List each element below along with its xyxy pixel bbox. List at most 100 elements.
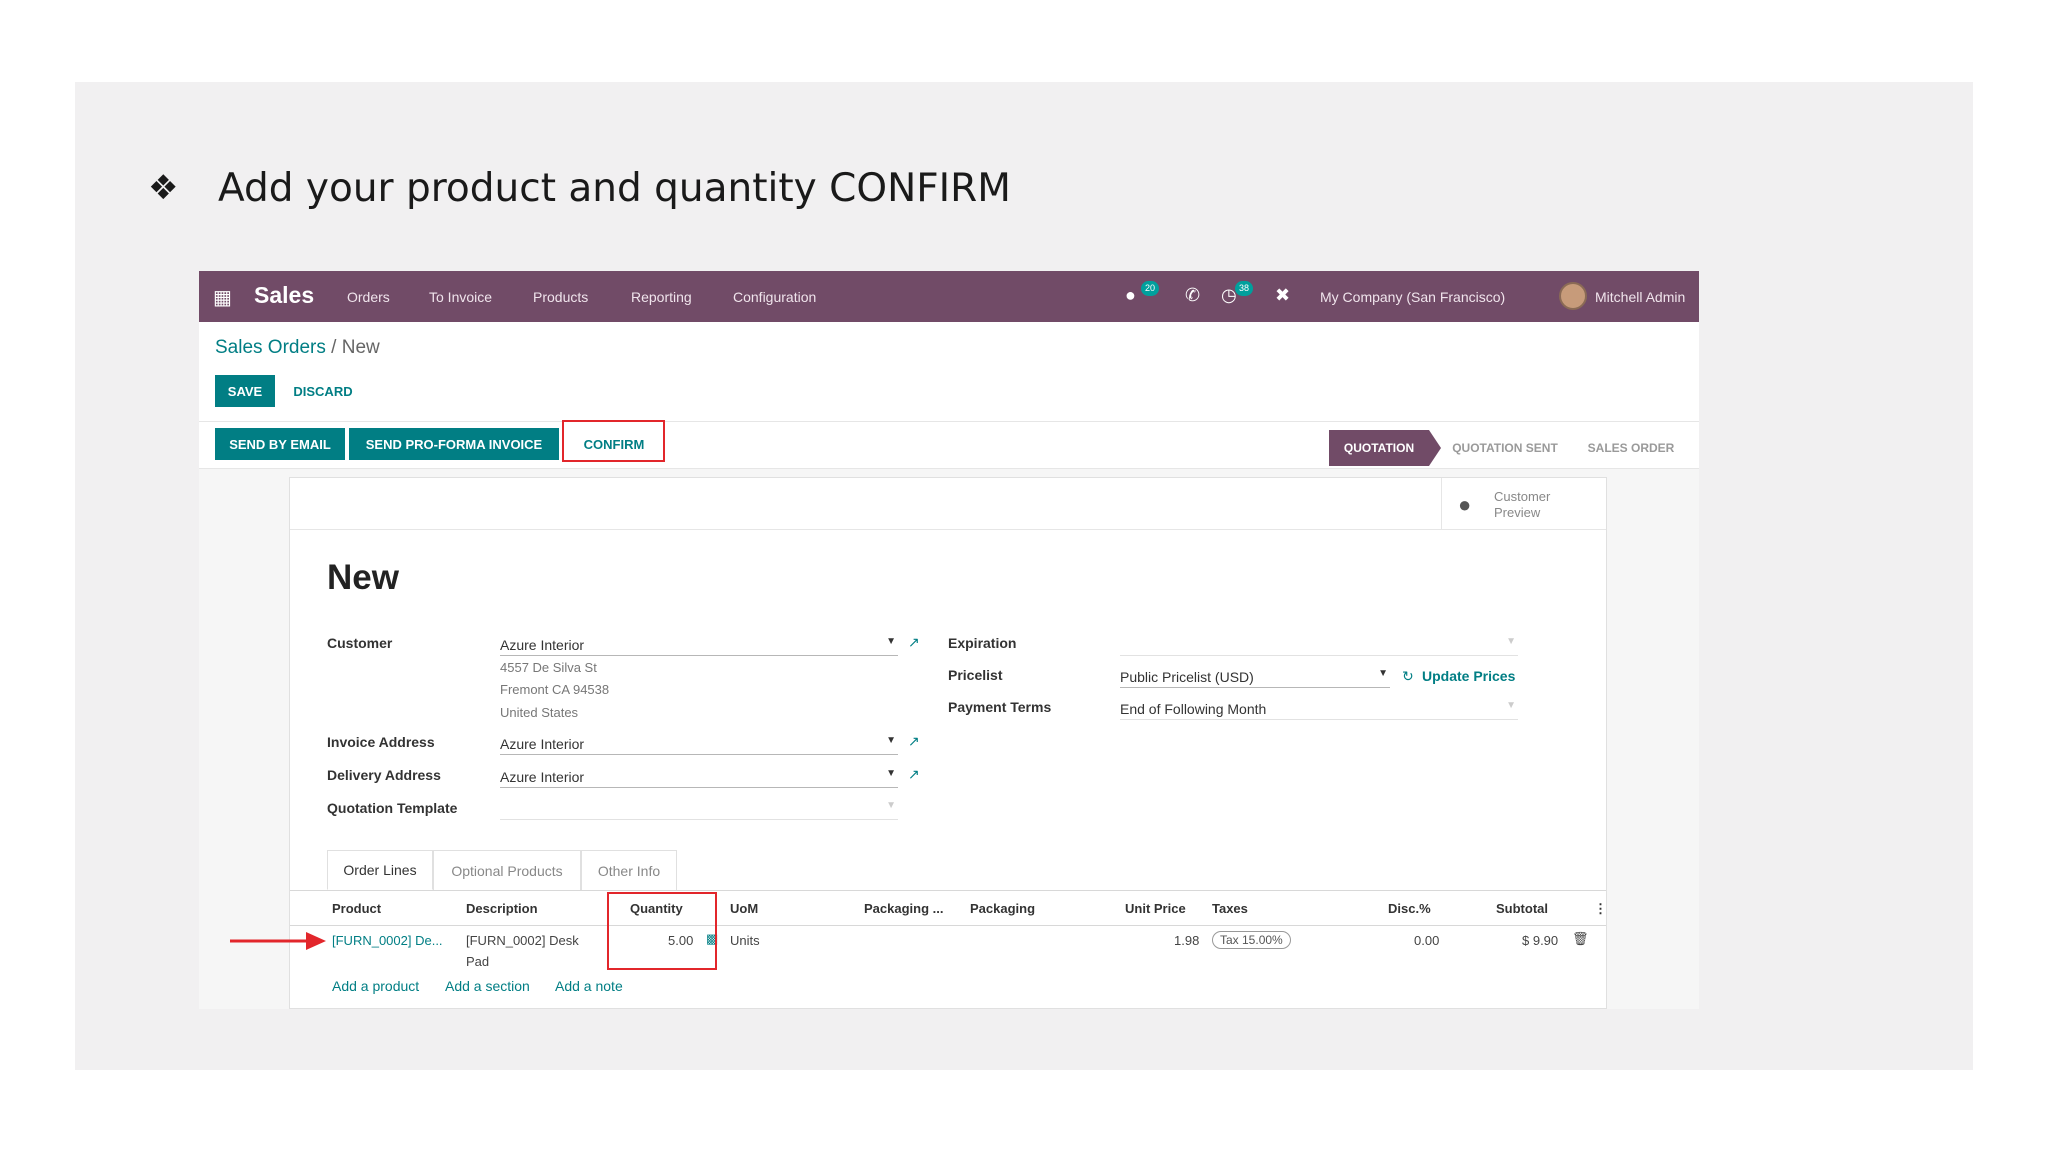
- quotation-template-field[interactable]: ▼: [500, 798, 898, 820]
- add-note-link[interactable]: Add a note: [555, 978, 623, 994]
- red-arrow-annotation: [230, 932, 326, 950]
- payment-terms-value: End of Following Month: [1120, 701, 1267, 717]
- stage-arrow: [1429, 430, 1441, 466]
- messages-badge: 20: [1141, 281, 1159, 296]
- app-name[interactable]: Sales: [254, 282, 314, 309]
- column-product[interactable]: Product: [332, 901, 381, 916]
- menu-configuration[interactable]: Configuration: [733, 289, 816, 305]
- chevron-down-icon[interactable]: ▼: [886, 800, 896, 811]
- external-link-icon[interactable]: ↗: [908, 733, 920, 750]
- form-sheet: ● Customer Preview New Customer Azure In…: [289, 477, 1607, 1009]
- pricelist-value: Public Pricelist (USD): [1120, 669, 1254, 685]
- menu-products[interactable]: Products: [533, 289, 588, 305]
- globe-icon: ●: [1458, 492, 1472, 517]
- column-packaging[interactable]: Packaging: [970, 901, 1035, 916]
- slide-heading: ❖ Add your product and quantity CONFIRM: [148, 160, 1011, 216]
- send-proforma-button[interactable]: SEND PRO-FORMA INVOICE: [349, 428, 559, 460]
- row-description-line[interactable]: [FURN_0002] Desk: [466, 933, 579, 948]
- customer-preview-label: Customer Preview: [1494, 489, 1551, 520]
- invoice-address-field[interactable]: Azure Interior ▼: [500, 733, 898, 755]
- add-section-link[interactable]: Add a section: [445, 978, 530, 994]
- address-line: 4557 De Silva St: [500, 660, 597, 675]
- order-lines-header: Product Description Quantity UoM Packagi…: [290, 890, 1607, 926]
- bullet-icon: ❖: [148, 168, 179, 208]
- company-switcher[interactable]: My Company (San Francisco): [1320, 289, 1505, 305]
- refresh-icon[interactable]: ↻: [1402, 668, 1414, 685]
- sheet-button-box: ● Customer Preview: [290, 478, 1606, 530]
- chevron-down-icon[interactable]: ▼: [886, 735, 896, 746]
- customer-preview-button[interactable]: ● Customer Preview: [1441, 478, 1606, 530]
- menu-reporting[interactable]: Reporting: [631, 289, 692, 305]
- address-line: Fremont CA 94538: [500, 682, 610, 697]
- chevron-down-icon[interactable]: ▼: [886, 768, 896, 779]
- trash-icon[interactable]: 🗑: [1572, 931, 1589, 947]
- odoo-screenshot: ▦ Sales Orders To Invoice Products Repor…: [199, 271, 1699, 1009]
- tab-order-lines[interactable]: Order Lines: [327, 850, 433, 890]
- row-uom[interactable]: Units: [730, 933, 760, 948]
- invoice-address-label: Invoice Address: [327, 734, 435, 750]
- customer-label: Customer: [327, 635, 393, 651]
- breadcrumb: Sales Orders / New: [215, 337, 380, 359]
- document-title: New: [327, 558, 399, 597]
- top-navbar: ▦ Sales Orders To Invoice Products Repor…: [199, 271, 1699, 322]
- add-product-link[interactable]: Add a product: [332, 978, 419, 994]
- phone-icon[interactable]: ✆: [1185, 285, 1200, 306]
- avatar[interactable]: [1559, 282, 1587, 310]
- customer-value: Azure Interior: [500, 637, 585, 653]
- external-link-icon[interactable]: ↗: [908, 634, 920, 651]
- activity-badge: 38: [1235, 281, 1253, 296]
- confirm-highlight-box: [562, 420, 665, 462]
- expiration-field[interactable]: ▼: [1120, 634, 1518, 656]
- row-tax-tag[interactable]: Tax 15.00%: [1212, 931, 1291, 949]
- row-product[interactable]: [FURN_0002] De...: [332, 933, 443, 948]
- address-line: United States: [500, 705, 579, 720]
- pricelist-label: Pricelist: [948, 667, 1003, 683]
- discard-button[interactable]: DISCARD: [283, 375, 363, 407]
- payment-terms-field[interactable]: End of Following Month ▼: [1120, 698, 1518, 720]
- invoice-address-value: Azure Interior: [500, 736, 585, 752]
- expiration-label: Expiration: [948, 635, 1017, 651]
- chat-icon[interactable]: ●: [1125, 285, 1136, 306]
- menu-to-invoice[interactable]: To Invoice: [429, 289, 492, 305]
- debug-tools-icon[interactable]: ✖: [1275, 285, 1290, 306]
- column-options-icon[interactable]: ⋮: [1594, 901, 1607, 917]
- apps-grid-icon[interactable]: ▦: [213, 285, 232, 310]
- chevron-down-icon[interactable]: ▼: [1506, 700, 1516, 711]
- delivery-address-field[interactable]: Azure Interior ▼: [500, 766, 898, 788]
- update-prices-button[interactable]: Update Prices: [1422, 668, 1515, 684]
- column-subtotal[interactable]: Subtotal: [1496, 901, 1548, 916]
- column-taxes[interactable]: Taxes: [1212, 901, 1248, 916]
- stage-quotation-sent[interactable]: QUOTATION SENT: [1445, 430, 1565, 466]
- breadcrumb-sales-orders[interactable]: Sales Orders: [215, 337, 326, 358]
- external-link-icon[interactable]: ↗: [908, 766, 920, 783]
- breadcrumb-current: New: [341, 337, 380, 358]
- slide-heading-text: Add your product and quantity CONFIRM: [218, 165, 1011, 211]
- tab-other-info[interactable]: Other Info: [581, 850, 677, 890]
- delivery-address-label: Delivery Address: [327, 767, 441, 783]
- customer-field[interactable]: Azure Interior ▼: [500, 634, 898, 656]
- save-button[interactable]: SAVE: [215, 375, 275, 407]
- menu-orders[interactable]: Orders: [347, 289, 390, 305]
- column-packaging-qty[interactable]: Packaging ...: [864, 901, 943, 916]
- quotation-template-label: Quotation Template: [327, 800, 458, 816]
- chevron-down-icon[interactable]: ▼: [886, 636, 896, 647]
- row-unit-price[interactable]: 1.98: [1174, 933, 1199, 948]
- column-discount[interactable]: Disc.%: [1388, 901, 1431, 916]
- pricelist-field[interactable]: Public Pricelist (USD) ▼: [1120, 666, 1390, 688]
- column-unit-price[interactable]: Unit Price: [1125, 901, 1186, 916]
- delivery-address-value: Azure Interior: [500, 769, 585, 785]
- payment-terms-label: Payment Terms: [948, 699, 1052, 715]
- row-description-line[interactable]: Pad: [466, 954, 489, 969]
- chevron-down-icon[interactable]: ▼: [1378, 668, 1388, 679]
- column-uom[interactable]: UoM: [730, 901, 758, 916]
- quantity-highlight-box: [607, 892, 717, 970]
- row-subtotal: $ 9.90: [1522, 933, 1559, 948]
- calendar-caret-icon[interactable]: ▼: [1506, 636, 1516, 647]
- send-by-email-button[interactable]: SEND BY EMAIL: [215, 428, 345, 460]
- stage-sales-order[interactable]: SALES ORDER: [1581, 430, 1681, 466]
- column-description[interactable]: Description: [466, 901, 538, 916]
- user-menu[interactable]: Mitchell Admin: [1595, 289, 1685, 305]
- tab-optional-products[interactable]: Optional Products: [433, 850, 581, 890]
- stage-quotation[interactable]: QUOTATION: [1329, 430, 1429, 466]
- row-discount[interactable]: 0.00: [1414, 933, 1439, 948]
